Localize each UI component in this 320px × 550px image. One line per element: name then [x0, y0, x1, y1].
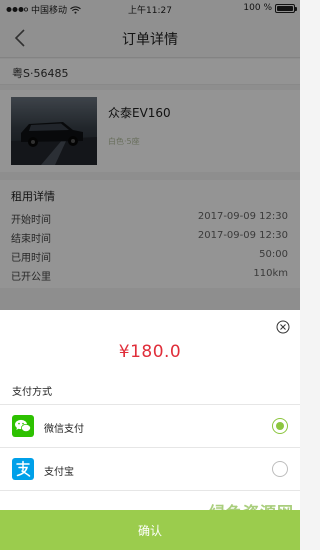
radio-wechat[interactable]: [272, 418, 288, 434]
divider: [0, 404, 300, 405]
confirm-label: 确认: [137, 523, 162, 538]
payment-sheet: ¥180.0 支付方式 微信支付 支付宝 绿色资源网 www.downcc.co…: [0, 310, 300, 550]
confirm-button[interactable]: 确认: [0, 510, 300, 550]
radio-alipay[interactable]: [272, 461, 288, 477]
payment-option-alipay[interactable]: 支付宝: [0, 450, 300, 490]
alipay-icon: [12, 458, 34, 480]
payment-option-label: 微信支付: [44, 424, 84, 435]
divider: [0, 490, 300, 491]
divider: [0, 447, 300, 448]
wechat-pay-icon: [12, 415, 34, 437]
close-button[interactable]: [276, 319, 290, 334]
payment-amount: ¥180.0: [118, 342, 182, 362]
payment-method-label: 支付方式: [12, 387, 52, 398]
payment-option-wechat[interactable]: 微信支付: [0, 407, 300, 447]
modal-backdrop[interactable]: [0, 0, 300, 310]
payment-option-label: 支付宝: [44, 467, 74, 478]
close-icon: [276, 320, 290, 334]
